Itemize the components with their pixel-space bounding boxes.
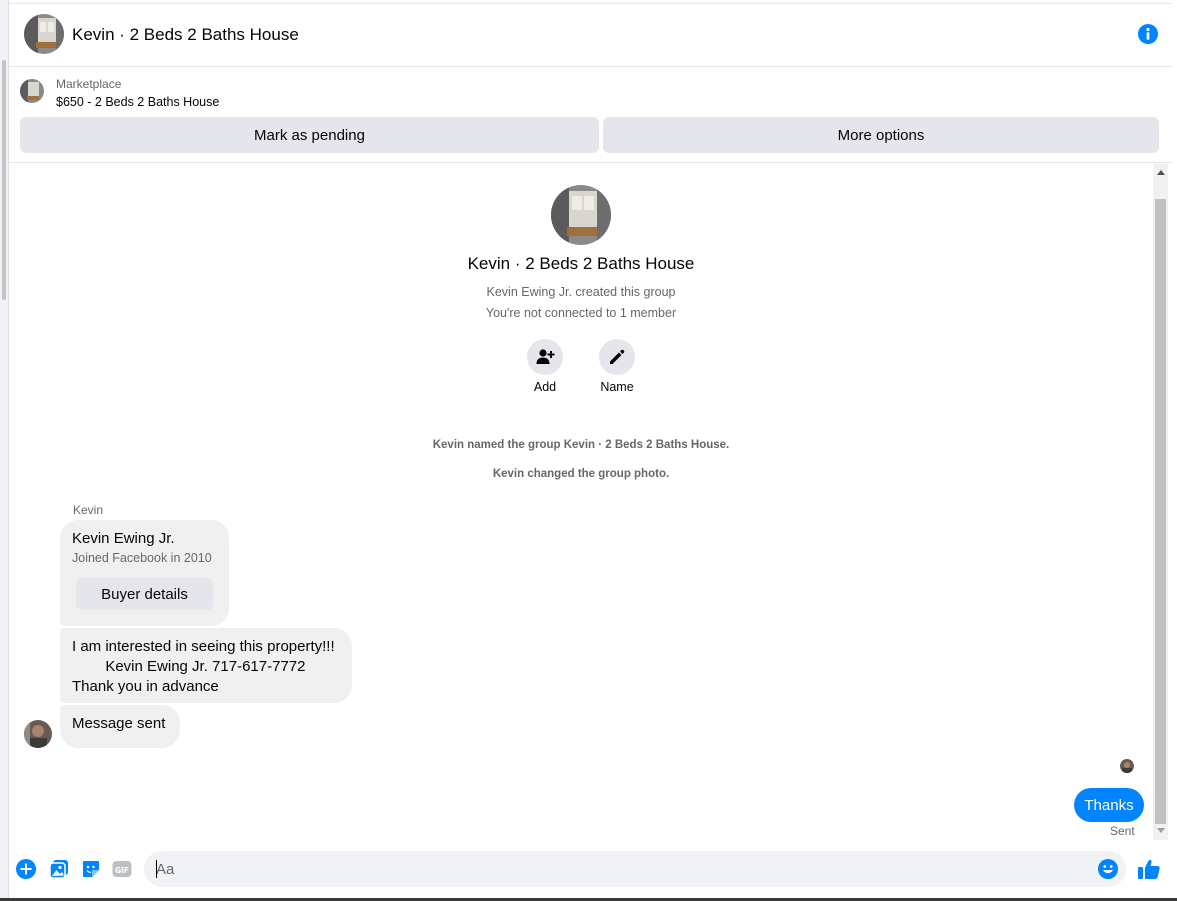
buyer-joined-date: Joined Facebook in 2010 xyxy=(72,551,212,565)
mark-as-pending-button[interactable]: Mark as pending xyxy=(20,117,599,153)
listing-thumbnail[interactable] xyxy=(20,79,44,103)
buyer-name: Kevin Ewing Jr. xyxy=(72,530,175,547)
message-line: Kevin Ewing Jr. 717-617-7772 xyxy=(72,658,306,675)
message-line: I am interested in seeing this property!… xyxy=(72,638,335,655)
message-status: Sent xyxy=(1110,824,1135,838)
seen-by-avatar xyxy=(1120,759,1134,773)
sender-avatar[interactable] xyxy=(24,720,52,748)
message-bubble[interactable]: I am interested in seeing this property!… xyxy=(60,628,352,703)
group-connection-info: You're not connected to 1 member xyxy=(485,306,677,320)
marketplace-label: Marketplace xyxy=(56,77,122,91)
plus-icon[interactable] xyxy=(16,859,36,879)
thread-scrollbar[interactable] xyxy=(1153,164,1168,840)
text-caret xyxy=(156,860,157,878)
scroll-down-arrow[interactable] xyxy=(1157,828,1165,833)
profile-card-bubble: Kevin Ewing Jr. Joined Facebook in 2010 … xyxy=(60,520,229,626)
marketplace-listing-bar: Marketplace $650 - 2 Beds 2 Baths House … xyxy=(9,67,1172,163)
add-member-action[interactable]: Add xyxy=(515,339,575,394)
conversation-title: Kevin · 2 Beds 2 Baths House xyxy=(72,25,299,44)
add-person-icon xyxy=(536,349,555,364)
conversation-header: Kevin · 2 Beds 2 Baths House xyxy=(9,3,1172,67)
scroll-up-arrow[interactable] xyxy=(1157,170,1165,175)
message-composer: GIF xyxy=(9,840,1172,898)
message-input[interactable] xyxy=(144,851,1126,887)
add-label: Add xyxy=(533,380,557,394)
message-sent-bubble[interactable]: Message sent xyxy=(60,705,180,748)
more-options-button[interactable]: More options xyxy=(603,117,1159,153)
listing-price-title[interactable]: $650 - 2 Beds 2 Baths House xyxy=(56,95,219,109)
name-label: Name xyxy=(600,380,634,394)
photo-icon[interactable] xyxy=(49,859,69,879)
group-avatar-large[interactable] xyxy=(551,185,611,245)
group-photo-avatar[interactable] xyxy=(24,14,64,54)
pencil-icon xyxy=(610,349,625,364)
sticker-icon[interactable] xyxy=(81,859,101,879)
message-line: Thank you in advance xyxy=(72,678,219,695)
info-icon[interactable] xyxy=(1138,24,1158,44)
emoji-icon[interactable] xyxy=(1098,859,1118,879)
system-message-photo-changed: Kevin changed the group photo. xyxy=(492,468,670,480)
gif-icon[interactable]: GIF xyxy=(112,859,132,879)
group-name: Kevin · 2 Beds 2 Baths House xyxy=(467,254,695,273)
my-message-bubble[interactable]: Thanks xyxy=(1074,788,1144,822)
group-created-by: Kevin Ewing Jr. created this group xyxy=(486,285,676,299)
like-icon[interactable] xyxy=(1137,857,1161,881)
rename-group-action[interactable]: Name xyxy=(587,339,647,394)
sender-name: Kevin xyxy=(73,503,104,517)
buyer-details-button[interactable]: Buyer details xyxy=(76,578,213,610)
system-message-renamed: Kevin named the group Kevin · 2 Beds 2 B… xyxy=(432,439,730,451)
scroll-thumb[interactable] xyxy=(1155,199,1166,824)
message-thread: Kevin · 2 Beds 2 Baths House Kevin Ewing… xyxy=(9,164,1153,840)
left-scroll-thumb[interactable] xyxy=(2,60,6,300)
svg-text:GIF: GIF xyxy=(115,866,129,875)
left-scroll-strip xyxy=(0,0,9,901)
